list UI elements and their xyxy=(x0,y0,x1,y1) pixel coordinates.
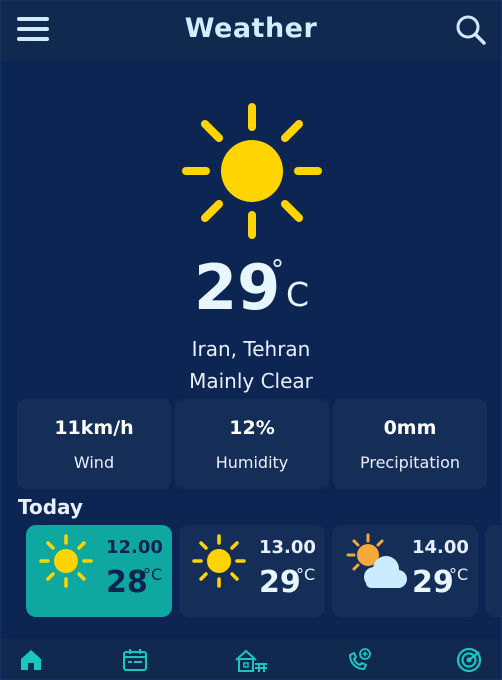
hour-time: 13.00 xyxy=(259,537,316,558)
radar-icon[interactable] xyxy=(455,646,483,674)
hour-unit: °C xyxy=(449,565,469,584)
hour-temp: 29 xyxy=(412,565,454,600)
hour-card[interactable] xyxy=(485,525,502,617)
hour-card[interactable]: 12.00 28 °C xyxy=(26,525,172,617)
hour-card[interactable]: 14.00 29 °C xyxy=(332,525,478,617)
current-temperature: 29 ° C xyxy=(1,251,501,324)
sun-icon xyxy=(182,103,322,243)
precipitation-value: 0mm xyxy=(383,417,437,439)
wind-label: Wind xyxy=(73,453,115,472)
sun-icon xyxy=(191,533,247,589)
page-title: Weather xyxy=(184,13,318,44)
precipitation-label: Precipitation xyxy=(359,453,460,472)
bottom-nav xyxy=(1,639,501,679)
sun-icon xyxy=(38,533,94,589)
humidity-label: Humidity xyxy=(215,453,289,472)
house-icon[interactable] xyxy=(233,646,269,674)
degree-symbol: ° xyxy=(271,255,284,285)
hour-temp: 28 xyxy=(106,565,148,600)
header-bar: Weather xyxy=(1,1,501,61)
hourly-forecast-list[interactable]: 12.00 28 °C 13.00 29 °C 14.00 29 °C xyxy=(1,525,502,619)
today-heading: Today xyxy=(18,495,83,519)
stat-humidity: 12% Humidity xyxy=(175,399,329,489)
hour-time: 12.00 xyxy=(106,537,163,558)
hour-unit: °C xyxy=(143,565,163,584)
stat-precipitation: 0mm Precipitation xyxy=(333,399,487,489)
hour-time: 14.00 xyxy=(412,537,469,558)
phone-plus-icon[interactable] xyxy=(345,646,373,674)
home-icon[interactable] xyxy=(17,646,45,674)
location-label: Iran, Tehran xyxy=(191,337,311,361)
search-icon[interactable] xyxy=(454,13,488,47)
hour-unit: °C xyxy=(296,565,316,584)
partly-cloudy-icon xyxy=(344,533,407,589)
stat-wind: 11km/h Wind xyxy=(17,399,171,489)
hour-temp: 29 xyxy=(259,565,301,600)
stats-panel: 11km/h Wind 12% Humidity 0mm Precipitati… xyxy=(17,399,487,489)
weather-app: Weather 29 ° C Iran, Tehran Mainly Clear… xyxy=(0,0,502,680)
condition-label: Mainly Clear xyxy=(189,369,313,393)
wind-value: 11km/h xyxy=(54,417,134,439)
humidity-value: 12% xyxy=(229,417,275,439)
hour-card[interactable]: 13.00 29 °C xyxy=(179,525,325,617)
temperature-value: 29 xyxy=(194,251,281,324)
calendar-icon[interactable] xyxy=(121,646,149,674)
temperature-unit: C xyxy=(286,275,310,314)
